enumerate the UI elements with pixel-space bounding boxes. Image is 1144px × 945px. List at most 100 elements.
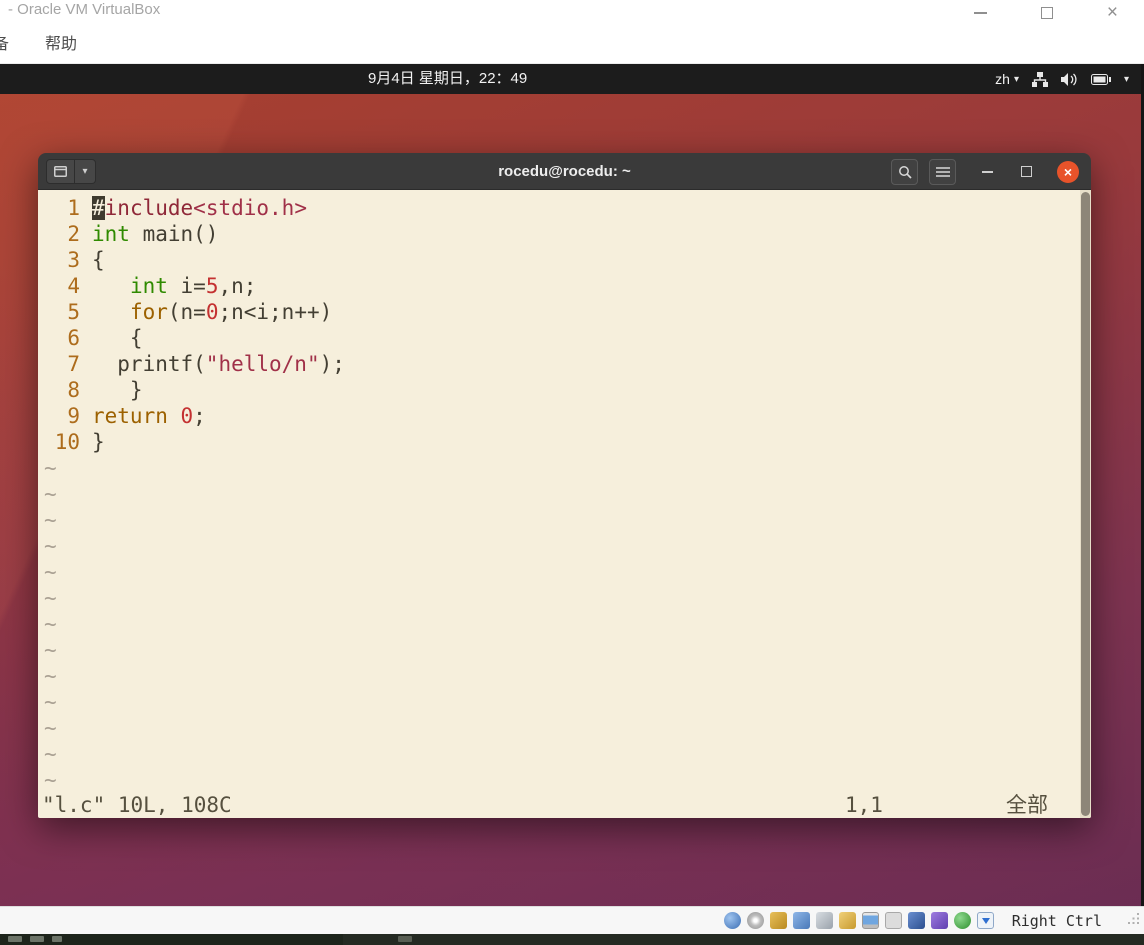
network-icon[interactable] <box>793 912 810 929</box>
vim-line-2[interactable]: 2 int main() <box>38 221 1091 247</box>
line-number: 2 <box>67 222 80 246</box>
optical-disc-icon[interactable] <box>747 912 764 929</box>
vbox-titlebar: - Oracle VM VirtualBox × <box>0 0 1144 26</box>
code-text: printf("hello/n"); <box>92 352 345 376</box>
vbox-status-icons <box>724 912 994 929</box>
chevron-down-icon: ▾ <box>1013 73 1019 85</box>
network-icon[interactable] <box>1031 71 1048 87</box>
desktop-wallpaper: ▾ rocedu@rocedu: ~ × 1 #include<stdio.h>… <box>0 94 1141 906</box>
vim-empty-line: ~ <box>44 690 57 714</box>
vim-line-5[interactable]: 5 for(n=0;n<i;n++) <box>38 299 1091 325</box>
window-title: - Oracle VM VirtualBox <box>8 1 161 18</box>
line-number: 4 <box>67 274 80 298</box>
usb-icon[interactable] <box>816 912 833 929</box>
code-text: } <box>92 430 105 454</box>
vim-empty-line: ~ <box>44 638 57 662</box>
terminal-scrollbar[interactable] <box>1080 190 1091 818</box>
taskbar-fragment <box>30 936 44 942</box>
audio-icon[interactable] <box>770 912 787 929</box>
vim-cursor-position: 1,1 <box>845 793 883 817</box>
code-text: return 0; <box>92 404 206 428</box>
line-number: 1 <box>67 196 80 220</box>
keyboard-arrow-icon[interactable] <box>977 912 994 929</box>
vim-empty-line: ~ <box>44 716 57 740</box>
vbox-menubar: 备 帮助 <box>0 26 1144 64</box>
line-number: 8 <box>67 378 80 402</box>
vim-empty-line: ~ <box>44 768 57 792</box>
line-number: 7 <box>67 352 80 376</box>
taskbar-fragment <box>8 936 22 942</box>
terminal-close-button[interactable]: × <box>1057 160 1079 183</box>
recording-icon[interactable] <box>885 912 902 929</box>
close-button[interactable]: × <box>1107 3 1118 22</box>
line-number: 3 <box>67 248 80 272</box>
vbox-window-controls: × <box>973 0 1118 26</box>
vim-status-line: "l.c" 10L, 108C 1,1 全部 <box>38 792 1080 818</box>
vim-line-8[interactable]: 8 } <box>38 377 1091 403</box>
code-text: } <box>92 378 143 402</box>
minimize-button[interactable] <box>973 12 987 14</box>
terminal-window-controls: × <box>891 153 1079 190</box>
vim-line-6[interactable]: 6 { <box>38 325 1091 351</box>
shared-folders-icon[interactable] <box>839 912 856 929</box>
code-text: int main() <box>92 222 219 246</box>
gnome-topbar: 9月4日 星期日，22：49 zh ▾ ▾ <box>0 64 1141 94</box>
menu-devices[interactable]: 备 <box>0 26 9 64</box>
code-text: int i=5,n; <box>129 274 257 298</box>
search-button[interactable] <box>891 158 918 185</box>
vim-line-1[interactable]: 1 #include<stdio.h> <box>38 195 1091 221</box>
clock[interactable]: 9月4日 星期日，22：49 <box>368 64 527 94</box>
vim-empty-line: ~ <box>44 456 57 480</box>
mouse-icon[interactable] <box>931 912 948 929</box>
scrollbar-thumb[interactable] <box>1081 192 1090 816</box>
menu-help[interactable]: 帮助 <box>45 26 77 64</box>
line-number: 9 <box>67 404 80 428</box>
code-text: { <box>92 326 143 350</box>
vim-scroll-indicator: 全部 <box>1006 793 1048 817</box>
vim-line-10[interactable]: 10} <box>38 429 1091 455</box>
line-number: 6 <box>67 326 80 350</box>
vim-line-4[interactable]: 4 int i=5,n; <box>38 273 1091 299</box>
vim-editor[interactable]: 1 #include<stdio.h> 2 int main() 3{4 int i=5… <box>38 190 1091 818</box>
language-label: zh <box>995 71 1010 87</box>
hdd-icon[interactable] <box>724 912 741 929</box>
line-number: 5 <box>67 300 80 324</box>
terminal-maximize-button[interactable] <box>1021 166 1032 177</box>
host-key-label: Right Ctrl <box>1011 911 1102 930</box>
battery-icon[interactable] <box>1090 73 1111 85</box>
vim-buffer-lines: 1 #include<stdio.h> 2 int main() 3{4 int i=5… <box>38 195 1091 455</box>
menu-button[interactable] <box>929 158 956 185</box>
vim-empty-line: ~ <box>44 664 57 688</box>
maximize-button[interactable] <box>1040 7 1053 19</box>
vim-empty-line: ~ <box>44 586 57 610</box>
terminal-titlebar[interactable]: ▾ rocedu@rocedu: ~ × <box>38 153 1091 190</box>
display-icon[interactable] <box>862 912 879 929</box>
vm-screen: 9月4日 星期日，22：49 zh ▾ ▾ ▾ rocedu@rocedu: ~… <box>0 64 1144 906</box>
vim-empty-line: ~ <box>44 560 57 584</box>
vim-empty-line: ~ <box>44 508 57 532</box>
vim-line-9[interactable]: 9 return 0; <box>38 403 1091 429</box>
line-number: 10 <box>54 430 80 454</box>
vim-empty-line: ~ <box>44 482 57 506</box>
vim-empty-line: ~ <box>44 612 57 636</box>
taskbar-fragment <box>398 936 412 942</box>
vbox-statusbar: Right Ctrl <box>0 906 1144 934</box>
vim-empty-line: ~ <box>44 534 57 558</box>
system-menu-chevron-icon[interactable]: ▾ <box>1124 74 1129 85</box>
terminal-minimize-button[interactable] <box>982 170 993 173</box>
vim-file-info: "l.c" 10L, 108C <box>42 793 232 817</box>
features-icon[interactable] <box>908 912 925 929</box>
vim-line-3[interactable]: 3{ <box>38 247 1091 273</box>
code-text: { <box>92 248 105 272</box>
vim-empty-lines: ~ ~ ~ ~ ~ ~ ~ ~ ~ ~ ~ ~ ~ <box>38 455 1091 793</box>
vim-line-7[interactable]: 7 printf("hello/n"); <box>38 351 1091 377</box>
host-taskbar-strip <box>0 934 1144 945</box>
terminal-window: ▾ rocedu@rocedu: ~ × 1 #include<stdio.h>… <box>38 153 1091 818</box>
system-tray[interactable]: zh ▾ ▾ <box>995 64 1129 94</box>
code-text: for(n=0;n<i;n++) <box>129 300 333 324</box>
volume-icon[interactable] <box>1060 72 1078 87</box>
globe-icon[interactable] <box>954 912 971 929</box>
resize-grip-icon[interactable] <box>1128 912 1140 930</box>
language-indicator[interactable]: zh ▾ <box>995 71 1019 87</box>
code-text: #include<stdio.h> <box>92 196 307 220</box>
